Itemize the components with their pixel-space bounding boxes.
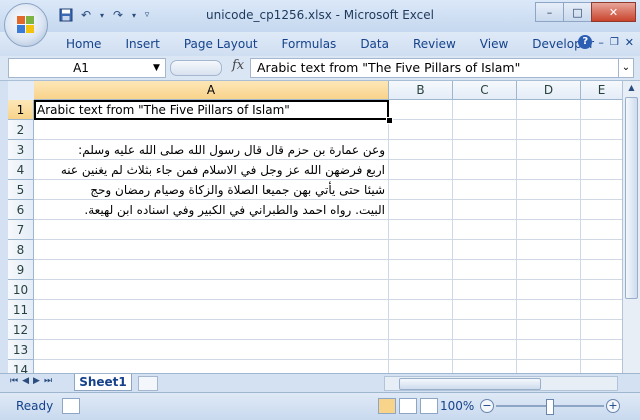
- scroll-up-icon[interactable]: ▲: [623, 81, 640, 95]
- name-box[interactable]: A1 ▼: [8, 58, 166, 78]
- grid-left-border: [0, 81, 8, 373]
- ribbon-close-icon[interactable]: ✕: [625, 36, 634, 49]
- row-header-10[interactable]: 10: [8, 280, 34, 300]
- grid-line: [34, 259, 640, 260]
- grid-line: [34, 279, 640, 280]
- grid-line: [34, 239, 640, 240]
- grid-line: [388, 100, 389, 373]
- grid-line: [34, 319, 640, 320]
- row-header-14[interactable]: 14: [8, 360, 34, 373]
- row-header-1[interactable]: 1: [8, 100, 34, 120]
- tab-data[interactable]: Data: [348, 36, 401, 52]
- close-button[interactable]: ✕: [591, 2, 636, 22]
- normal-view-icon[interactable]: [378, 398, 396, 414]
- grid-line: [34, 299, 640, 300]
- select-all-corner[interactable]: [8, 81, 35, 101]
- office-button[interactable]: [4, 3, 48, 47]
- column-header-b[interactable]: B: [389, 81, 453, 100]
- tab-page-layout[interactable]: Page Layout: [172, 36, 270, 52]
- excel-window: ↶ ▾ ↷ ▾ ▿ unicode_cp1256.xlsx - Microsof…: [0, 0, 640, 420]
- last-sheet-icon[interactable]: ⏭: [44, 376, 52, 386]
- row-header-7[interactable]: 7: [8, 220, 34, 240]
- prev-sheet-icon[interactable]: ◀: [22, 376, 29, 386]
- expand-formula-bar-icon[interactable]: ⌄: [618, 58, 634, 78]
- horizontal-scroll-thumb[interactable]: [399, 378, 541, 390]
- sheet-tab-sheet1[interactable]: Sheet1: [74, 374, 132, 391]
- ribbon: Home Insert Page Layout Formulas Data Re…: [0, 32, 640, 57]
- formula-input[interactable]: Arabic text from "The Five Pillars of Is…: [250, 58, 622, 78]
- tab-home[interactable]: Home: [54, 36, 113, 52]
- tab-review[interactable]: Review: [401, 36, 468, 52]
- insert-sheet-icon[interactable]: [138, 376, 158, 391]
- insert-function-icon[interactable]: fx: [232, 58, 244, 73]
- help-icon[interactable]: ?: [578, 35, 593, 49]
- column-header-e[interactable]: E: [581, 81, 623, 100]
- title-bar: ↶ ▾ ↷ ▾ ▿ unicode_cp1256.xlsx - Microsof…: [0, 0, 640, 32]
- zoom-slider[interactable]: − +: [480, 399, 620, 415]
- formula-bar: A1 ▼ fx Arabic text from "The Five Pilla…: [0, 56, 640, 81]
- cell-a5[interactable]: شيئا حتى يأتي بهن جميعا الصلاة والزكاة و…: [37, 180, 385, 200]
- page-layout-view-icon[interactable]: [399, 398, 417, 414]
- column-header-c[interactable]: C: [453, 81, 517, 100]
- vertical-scrollbar[interactable]: ▲: [622, 81, 640, 373]
- tab-formulas[interactable]: Formulas: [270, 36, 349, 52]
- row-header-9[interactable]: 9: [8, 260, 34, 280]
- grid-line: [516, 100, 517, 373]
- column-header-a[interactable]: A: [34, 81, 389, 100]
- grid-line: [34, 339, 640, 340]
- row-header-11[interactable]: 11: [8, 300, 34, 320]
- fill-handle[interactable]: [386, 117, 393, 124]
- minimize-button[interactable]: –: [535, 2, 564, 22]
- macro-record-icon[interactable]: [62, 398, 80, 414]
- cell-a4[interactable]: اربع فرضهن الله عز وجل في الاسلام فمن جا…: [37, 160, 385, 180]
- name-box-value: A1: [73, 61, 89, 75]
- page-break-view-icon[interactable]: [420, 398, 438, 414]
- active-cell-border: [34, 100, 389, 120]
- horizontal-scrollbar[interactable]: [384, 376, 618, 391]
- scroll-thumb[interactable]: [625, 97, 638, 299]
- row-header-4[interactable]: 4: [8, 160, 34, 180]
- row-header-5[interactable]: 5: [8, 180, 34, 200]
- cell-a3[interactable]: وعن عمارة بن حزم قال قال رسول الله صلى ا…: [37, 140, 385, 160]
- row-header-3[interactable]: 3: [8, 140, 34, 160]
- next-sheet-icon[interactable]: ▶: [33, 376, 40, 386]
- restore-button[interactable]: □: [563, 2, 592, 22]
- tab-view[interactable]: View: [468, 36, 520, 52]
- sheet-tab-bar: ⏮ ◀ ▶ ⏭ Sheet1: [0, 373, 640, 392]
- zoom-out-icon[interactable]: −: [480, 399, 494, 413]
- row-header-12[interactable]: 12: [8, 320, 34, 340]
- ribbon-minimize-icon[interactable]: –: [598, 36, 604, 49]
- grid-line: [452, 100, 453, 373]
- row-header-8[interactable]: 8: [8, 240, 34, 260]
- tab-insert[interactable]: Insert: [113, 36, 171, 52]
- grid-line: [34, 359, 640, 360]
- row-header-6[interactable]: 6: [8, 200, 34, 220]
- worksheet-grid[interactable]: A B C D E 1 2 3 4 5 6 7 8 9 10 11 12 13 14 Arabic tex…: [0, 81, 640, 373]
- zoom-knob[interactable]: [546, 399, 554, 415]
- status-ready: Ready: [16, 399, 54, 413]
- zoom-level[interactable]: 100%: [440, 399, 474, 413]
- chevron-down-icon[interactable]: ▼: [153, 63, 165, 73]
- zoom-in-icon[interactable]: +: [606, 399, 620, 413]
- row-header-13[interactable]: 13: [8, 340, 34, 360]
- row-header-2[interactable]: 2: [8, 120, 34, 140]
- formula-bar-handle[interactable]: [170, 60, 222, 76]
- office-logo-icon: [17, 16, 35, 34]
- column-header-d[interactable]: D: [517, 81, 581, 100]
- ribbon-restore-icon[interactable]: ❐: [610, 37, 619, 48]
- status-bar: Ready 100% − +: [0, 392, 640, 420]
- cell-a6[interactable]: البيت. رواه احمد والطبراني في الكبير وفي…: [37, 200, 385, 220]
- grid-line: [580, 100, 581, 373]
- first-sheet-icon[interactable]: ⏮: [10, 376, 18, 386]
